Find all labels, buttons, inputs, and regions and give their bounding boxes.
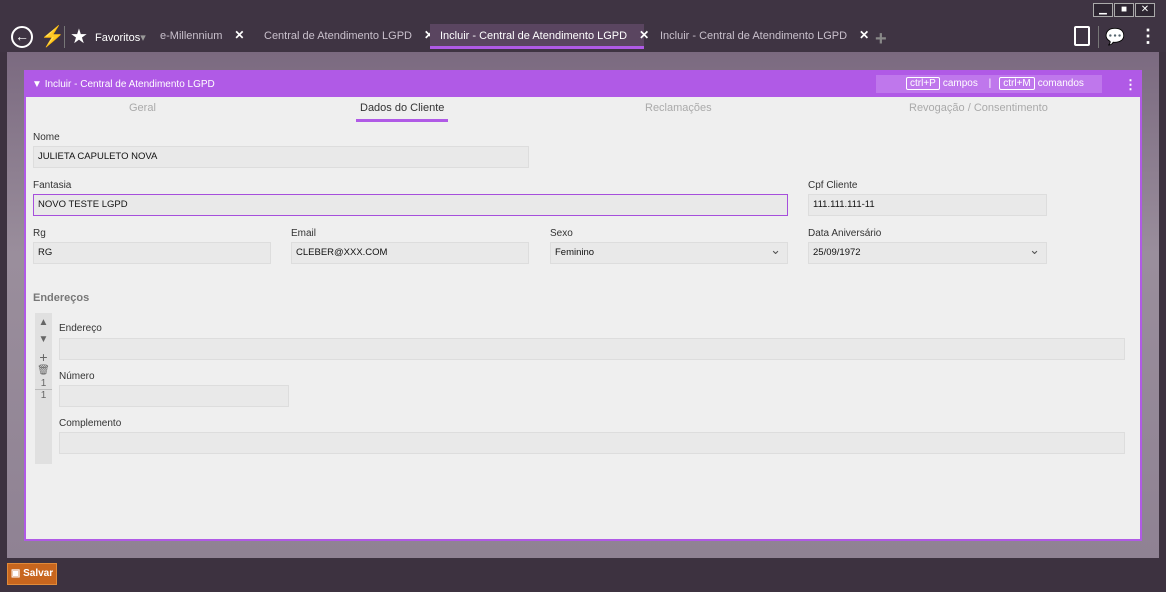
address-toolbar: ▲ ▼ + 🗑 1 1	[35, 313, 52, 464]
favorites-label: Favoritos	[95, 32, 141, 44]
panel-title: Incluir - Central de Atendimento LGPD	[44, 79, 215, 90]
nome-label: Nome	[33, 132, 60, 143]
email-label: Email	[291, 228, 317, 239]
separator: |	[988, 78, 992, 89]
save-button[interactable]: ▣ Salvar	[7, 563, 57, 585]
close-tab-icon[interactable]: ✕	[859, 28, 869, 42]
fantasia-input[interactable]: NOVO TESTE LGPD	[33, 194, 788, 216]
current-index: 1	[35, 378, 52, 390]
minimize-button[interactable]: ▁	[1093, 3, 1113, 17]
save-label: Salvar	[23, 568, 54, 579]
sexo-label: Sexo	[550, 228, 573, 239]
close-tab-icon[interactable]: ✕	[639, 28, 649, 42]
close-window-button[interactable]: ✕	[1135, 3, 1155, 17]
tab-incluir-active[interactable]: Incluir - Central de Atendimento LGPD ✕	[430, 24, 649, 49]
tab-incluir[interactable]: Incluir - Central de Atendimento LGPD ✕	[650, 24, 879, 49]
maximize-button[interactable]: ■	[1114, 3, 1134, 17]
sexo-select[interactable]: Feminino	[550, 240, 788, 264]
divider	[64, 26, 65, 48]
tab-e-millennium[interactable]: e-Millennium ✕	[150, 24, 254, 49]
fantasia-label: Fantasia	[33, 180, 72, 191]
numero-input[interactable]	[59, 385, 289, 407]
new-tab-icon[interactable]: +	[875, 28, 887, 51]
tab-reclamacoes[interactable]: Reclamações	[645, 102, 712, 114]
collapse-icon[interactable]: ▼	[32, 79, 45, 90]
back-icon[interactable]: ←	[11, 26, 33, 48]
app-logo-icon: ⚡	[40, 26, 65, 48]
endereco-label: Endereço	[59, 323, 102, 334]
add-icon[interactable]: +	[35, 349, 52, 365]
tab-central-atendimento[interactable]: Central de Atendimento LGPD✕	[254, 24, 444, 49]
numero-label: Número	[59, 371, 95, 382]
shortcut-bar[interactable]: ctrl+P campos | ctrl+M comandos	[876, 75, 1102, 93]
favorites-caret: ▾	[140, 32, 146, 44]
chat-icon[interactable]: 💬	[1105, 27, 1125, 47]
form-panel: ▼ Incluir - Central de Atendimento LGPD …	[24, 70, 1142, 541]
tab-label: e-Millennium	[160, 30, 223, 42]
campos-label: campos	[942, 78, 978, 89]
more-menu-icon[interactable]: ⋮	[1139, 26, 1157, 47]
tab-label: Incluir - Central de Atendimento LGPD	[440, 30, 628, 42]
save-icon: ▣	[10, 568, 24, 579]
star-icon[interactable]: ★	[70, 24, 88, 49]
tab-geral[interactable]: Geral	[129, 102, 156, 114]
enderecos-heading: Endereços	[33, 292, 90, 304]
email-input[interactable]: CLEBER@XXX.COM	[291, 242, 529, 264]
divider	[1098, 26, 1099, 48]
tab-revogacao[interactable]: Revogação / Consentimento	[909, 102, 1048, 114]
tab-dados-cliente[interactable]: Dados do Cliente	[356, 102, 449, 122]
cpf-label: Cpf Cliente	[808, 180, 858, 191]
data-value: 25/09/1972	[813, 247, 861, 258]
panel-header: ▼ Incluir - Central de Atendimento LGPD …	[26, 72, 1140, 97]
complemento-input[interactable]	[59, 432, 1125, 454]
data-aniversario-label: Data Aniversário	[808, 228, 882, 239]
endereco-input[interactable]	[59, 338, 1125, 360]
rg-input[interactable]: RG	[33, 242, 271, 264]
kbd-ctrl-m: ctrl+M	[999, 77, 1035, 90]
top-bar: ▁ ■ ✕ ← ⚡ ★ Favoritos▾ e-Millennium ✕ Cen…	[0, 0, 1166, 52]
move-up-icon[interactable]: ▲	[35, 317, 52, 328]
move-down-icon[interactable]: ▼	[35, 334, 52, 345]
rg-label: Rg	[33, 228, 46, 239]
favorites-menu[interactable]: Favoritos▾	[95, 31, 146, 44]
cpf-input[interactable]: 111.111.111-11	[808, 194, 1047, 216]
complemento-label: Complemento	[59, 418, 122, 429]
nome-input[interactable]: JULIETA CAPULETO NOVA	[33, 146, 529, 168]
trash-icon[interactable]: 🗑	[35, 365, 52, 376]
panel-menu-icon[interactable]: ⋮	[1124, 72, 1137, 97]
total-count: 1	[40, 390, 47, 401]
data-aniversario-select[interactable]: 25/09/1972	[808, 240, 1047, 264]
sexo-value: Feminino	[555, 247, 595, 258]
tab-label: Incluir - Central de Atendimento LGPD	[660, 30, 848, 42]
kbd-ctrl-p: ctrl+P	[906, 77, 940, 90]
close-tab-icon[interactable]: ✕	[234, 28, 244, 42]
comandos-label: comandos	[1037, 78, 1084, 89]
tab-label: Central de Atendimento LGPD	[264, 30, 412, 42]
clipboard-icon[interactable]	[1074, 26, 1090, 46]
